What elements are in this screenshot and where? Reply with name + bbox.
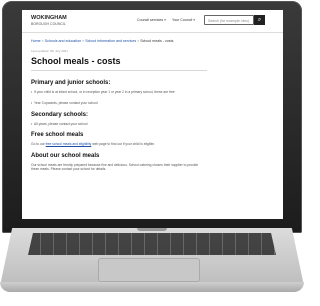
title-divider — [31, 70, 207, 71]
breadcrumb-current: School meals - costs — [140, 39, 174, 43]
free-meals-suffix: web page to find out if your child is el… — [92, 142, 155, 146]
search-icon: ⌕ — [257, 17, 262, 23]
breadcrumb-separator: > — [82, 39, 85, 43]
laptop-hinge-notch — [137, 228, 167, 231]
breadcrumb-separator: > — [41, 39, 44, 43]
breadcrumb-home[interactable]: Home — [31, 39, 41, 43]
about-meals-paragraph: Our school meals are freshly prepared be… — [31, 163, 199, 172]
nav-council-services[interactable]: Council services ▾ — [137, 18, 166, 22]
heading-free-school-meals: Free school meals — [31, 132, 84, 138]
breadcrumb-school-info[interactable]: School information and services — [85, 39, 136, 43]
nav-your-council-label: Your Council — [172, 18, 193, 22]
heading-secondary-schools: Secondary schools: — [31, 112, 89, 118]
council-logo[interactable]: WOKINGHAM BOROUGH COUNCIL — [31, 15, 71, 27]
breadcrumb-separator: > — [137, 39, 140, 43]
laptop-lid: WOKINGHAM BOROUGH COUNCIL Council servic… — [2, 1, 302, 233]
site-header: WOKINGHAM BOROUGH COUNCIL Council servic… — [22, 10, 283, 33]
breadcrumb-schools[interactable]: Schools and education — [45, 39, 81, 43]
search-input[interactable]: Search (for example: bins) — [204, 15, 254, 25]
laptop-base-edge — [0, 282, 304, 292]
laptop-trackpad — [98, 258, 200, 282]
list-item: All years, please contact your school — [31, 122, 194, 127]
logo-line-2: BOROUGH COUNCIL — [31, 22, 66, 26]
search-button[interactable]: ⌕ — [254, 15, 265, 25]
nav-council-services-label: Council services — [137, 18, 164, 22]
last-updated: Last updated: 6th July 2021 — [31, 49, 68, 53]
free-meals-link[interactable]: free school meals and eligibility — [46, 142, 92, 146]
nav-your-council[interactable]: Your Council ▾ — [172, 18, 195, 22]
heading-about-meals: About our school meals — [31, 153, 100, 159]
laptop-screen: WOKINGHAM BOROUGH COUNCIL Council servic… — [22, 10, 283, 219]
chevron-down-icon: ▾ — [193, 18, 196, 22]
logo-line-1: WOKINGHAM — [31, 15, 67, 21]
free-meals-prefix: Go to our — [31, 142, 45, 146]
list-item: Year 3 upwards, please contact your scho… — [31, 101, 194, 106]
free-meals-paragraph: Go to our free school meals and eligibil… — [31, 142, 206, 146]
chevron-down-icon: ▾ — [164, 18, 166, 22]
search-placeholder: Search (for example: bins) — [208, 19, 250, 23]
laptop-keyboard — [28, 233, 276, 255]
page-title: School meals - costs — [31, 56, 121, 66]
breadcrumb: Home > Schools and education > School in… — [31, 39, 173, 43]
heading-primary-schools: Primary and junior schools: — [31, 80, 111, 86]
list-item: If your child is at infant school, or in… — [31, 90, 194, 95]
